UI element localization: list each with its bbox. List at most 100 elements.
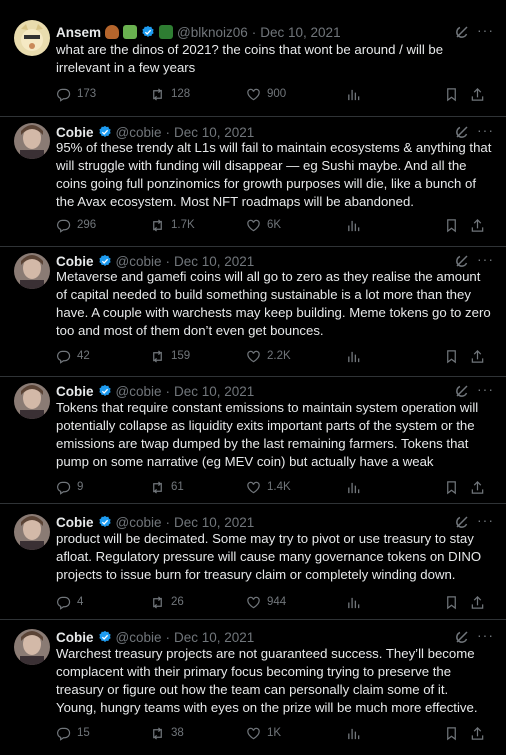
bookmark-button[interactable] (444, 724, 459, 742)
grok-icon[interactable] (454, 24, 470, 40)
bookmark-button[interactable] (444, 347, 459, 365)
retweet-icon (153, 218, 162, 232)
grok-icon[interactable] (454, 124, 470, 140)
bookmark-button[interactable] (444, 216, 459, 234)
tweet-text: Tokens that require constant emissions t… (56, 400, 479, 469)
tweet-cobie-5[interactable]: Cobie @cobie · Dec 10, 2021 ··· Warchest… (0, 620, 506, 755)
author-name[interactable]: Cobie (56, 384, 94, 399)
tweet-cobie-4[interactable]: Cobie @cobie · Dec 10, 2021 ··· product … (0, 504, 506, 620)
verified-icon (98, 254, 111, 266)
author-handle[interactable]: @cobie (116, 630, 162, 645)
avatar[interactable] (14, 253, 50, 289)
retweet-button[interactable]: 128 (150, 85, 190, 103)
avatar[interactable] (14, 123, 50, 159)
reply-icon (57, 219, 71, 233)
reply-button[interactable]: 9 (56, 478, 83, 496)
like-button[interactable]: 900 (246, 85, 286, 103)
share-button[interactable] (470, 724, 485, 742)
share-button[interactable] (470, 478, 485, 496)
reply-button[interactable]: 173 (56, 85, 96, 103)
grok-icon[interactable] (454, 514, 470, 530)
author-name[interactable]: Cobie (56, 630, 94, 645)
like-button[interactable]: 1K (246, 724, 281, 742)
author-handle[interactable]: @cobie (116, 384, 162, 399)
tweet-date[interactable]: Dec 10, 2021 (174, 630, 254, 645)
tweet-date[interactable]: Dec 10, 2021 (174, 515, 254, 530)
share-button[interactable] (470, 593, 485, 611)
views-button[interactable] (346, 85, 361, 103)
bookmark-button[interactable] (444, 478, 459, 496)
reply-button[interactable]: 296 (56, 216, 96, 234)
tweet-date[interactable]: Dec 10, 2021 (260, 25, 340, 40)
avatar[interactable] (14, 20, 50, 56)
grok-icon[interactable] (454, 383, 470, 399)
author-name[interactable]: Ansem (56, 25, 101, 40)
reply-button[interactable]: 4 (56, 593, 83, 611)
more-icon[interactable]: ··· (477, 512, 494, 528)
share-icon (471, 595, 484, 609)
author-handle[interactable]: @cobie (116, 515, 162, 530)
author-handle[interactable]: @blknoiz06 (177, 25, 248, 40)
like-icon (247, 219, 260, 231)
reply-button[interactable]: 15 (56, 724, 90, 742)
grok-icon[interactable] (454, 253, 470, 269)
like-button[interactable]: 944 (246, 593, 286, 611)
tweet-cobie-2[interactable]: Cobie @cobie · Dec 10, 2021 ··· Metavers… (0, 247, 506, 377)
tweet-date[interactable]: Dec 10, 2021 (174, 254, 254, 269)
share-button[interactable] (470, 85, 485, 103)
tweet-date[interactable]: Dec 10, 2021 (174, 384, 254, 399)
like-count: 1.4K (267, 481, 291, 493)
retweet-button[interactable]: 26 (150, 593, 184, 611)
tweet-cobie-1[interactable]: Cobie @cobie · Dec 10, 2021 ··· 95% of t… (0, 117, 506, 247)
more-icon[interactable]: ··· (477, 122, 494, 138)
retweet-button[interactable]: 1.7K (150, 216, 195, 234)
author-name[interactable]: Cobie (56, 125, 94, 140)
author-handle[interactable]: @cobie (116, 125, 162, 140)
retweet-button[interactable]: 38 (150, 724, 184, 742)
more-icon[interactable]: ··· (477, 381, 494, 397)
more-icon[interactable]: ··· (477, 627, 494, 643)
share-icon (471, 726, 484, 740)
bookmark-icon (447, 87, 456, 101)
more-icon[interactable]: ··· (477, 251, 494, 267)
like-button[interactable]: 1.4K (246, 478, 291, 496)
bookmark-button[interactable] (444, 593, 459, 611)
bookmark-icon (447, 595, 456, 609)
reply-button[interactable]: 42 (56, 347, 90, 365)
retweet-button[interactable]: 61 (150, 478, 184, 496)
verified-icon (98, 125, 111, 137)
share-icon (471, 349, 484, 363)
share-button[interactable] (470, 347, 485, 365)
views-button[interactable] (346, 347, 361, 365)
bookmark-button[interactable] (444, 85, 459, 103)
separator-dot: · (165, 629, 171, 645)
views-button[interactable] (346, 478, 361, 496)
tweet-actions: 15 38 1K (56, 724, 496, 742)
tweet-date[interactable]: Dec 10, 2021 (174, 125, 254, 140)
like-button[interactable]: 2.2K (246, 347, 291, 365)
tweet-ansem[interactable]: Ansem @blknoiz06 · Dec 10, 2021 ··· what… (0, 0, 506, 117)
separator-dot: · (165, 124, 171, 140)
tweet-actions: 42 159 2.2K (56, 347, 496, 365)
tweet-text: product will be decimated. Some may try … (56, 531, 482, 582)
views-button[interactable] (346, 593, 361, 611)
author-handle[interactable]: @cobie (116, 254, 162, 269)
views-button[interactable] (346, 724, 361, 742)
author-name[interactable]: Cobie (56, 515, 94, 530)
more-icon[interactable]: ··· (477, 22, 494, 38)
retweet-button[interactable]: 159 (150, 347, 190, 365)
avatar[interactable] (14, 383, 50, 419)
tweet-cobie-3[interactable]: Cobie @cobie · Dec 10, 2021 ··· Tokens t… (0, 377, 506, 504)
grok-icon[interactable] (454, 629, 470, 645)
separator-dot: · (251, 24, 257, 40)
author-name[interactable]: Cobie (56, 254, 94, 269)
like-count: 944 (267, 596, 287, 608)
like-button[interactable]: 6K (246, 216, 281, 234)
retweet-icon (153, 726, 162, 740)
retweet-count: 159 (171, 350, 191, 362)
avatar[interactable] (14, 629, 50, 665)
share-button[interactable] (470, 216, 485, 234)
bookmark-icon (447, 726, 456, 740)
views-button[interactable] (346, 216, 361, 234)
avatar[interactable] (14, 514, 50, 550)
